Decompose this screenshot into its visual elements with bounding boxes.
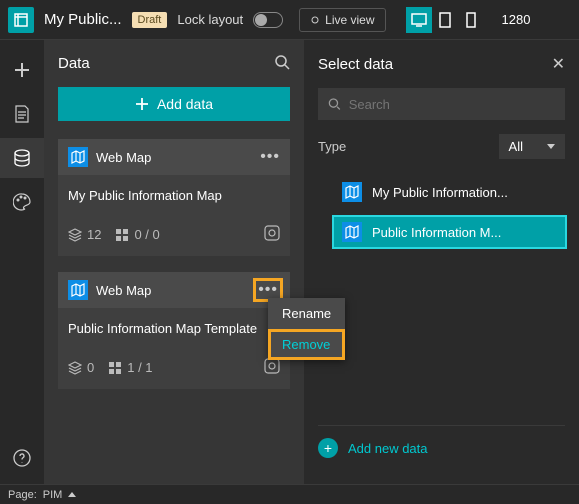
footer-page-value[interactable]: PIM — [43, 489, 63, 501]
map-icon — [68, 280, 88, 300]
live-view-button[interactable]: Live view — [299, 8, 385, 32]
add-data-label: Add data — [157, 96, 213, 112]
rail-add-button[interactable] — [0, 50, 44, 90]
menu-remove[interactable]: Remove — [268, 329, 345, 360]
add-new-data-button[interactable]: + Add new data — [318, 425, 565, 470]
result-item[interactable]: My Public Information... — [334, 177, 565, 207]
search-input[interactable] — [349, 97, 555, 112]
zoom-value[interactable]: 1280 — [502, 12, 531, 27]
type-dropdown[interactable]: All — [499, 134, 565, 159]
live-view-label: Live view — [325, 13, 374, 27]
device-phone-button[interactable] — [458, 7, 484, 33]
layers-icon — [68, 361, 82, 375]
add-data-button[interactable]: Add data — [58, 87, 290, 121]
close-button[interactable]: ✕ — [552, 54, 565, 74]
app-logo — [8, 7, 34, 33]
card-preview-button[interactable] — [264, 225, 280, 244]
layers-icon — [68, 228, 82, 242]
lock-layout-label: Lock layout — [177, 12, 243, 27]
select-panel-title: Select data — [318, 56, 393, 73]
card-more-button[interactable]: ••• — [256, 281, 280, 299]
chevron-up-icon[interactable] — [68, 492, 76, 497]
rail-page-button[interactable] — [0, 94, 44, 134]
card-type-label: Web Map — [96, 283, 248, 298]
rail-help-button[interactable] — [0, 438, 44, 478]
card-widgets-count: 1 / 1 — [108, 360, 152, 375]
card-title: My Public Information Map — [58, 175, 290, 217]
widgets-icon — [108, 361, 122, 375]
rail-theme-button[interactable] — [0, 182, 44, 222]
card-more-button[interactable]: ••• — [260, 148, 280, 166]
search-icon — [328, 97, 341, 111]
map-icon — [68, 147, 88, 167]
map-icon — [342, 222, 362, 242]
add-new-label: Add new data — [348, 441, 428, 456]
type-value: All — [509, 139, 523, 154]
card-title: Public Information Map Template — [58, 308, 290, 350]
card-layers-count: 0 — [68, 360, 94, 375]
card-layers-count: 12 — [68, 227, 101, 242]
lock-layout-toggle[interactable] — [253, 12, 283, 28]
plus-icon: + — [318, 438, 338, 458]
result-label: Public Information M... — [372, 225, 501, 240]
search-icon[interactable] — [274, 54, 290, 73]
result-label: My Public Information... — [372, 185, 508, 200]
footer-page-label: Page: — [8, 489, 37, 501]
data-card[interactable]: Web Map ••• Public Information Map Templ… — [58, 272, 290, 389]
map-icon — [342, 182, 362, 202]
card-widgets-count: 0 / 0 — [115, 227, 159, 242]
data-panel-title: Data — [58, 55, 90, 72]
card-preview-button[interactable] — [264, 358, 280, 377]
card-context-menu: Rename Remove — [268, 298, 345, 360]
app-title: My Public... — [44, 11, 122, 28]
type-label: Type — [318, 139, 346, 154]
search-input-wrapper[interactable] — [318, 88, 565, 120]
draft-badge: Draft — [132, 12, 168, 28]
device-tablet-button[interactable] — [432, 7, 458, 33]
menu-rename[interactable]: Rename — [268, 298, 345, 329]
chevron-down-icon — [547, 144, 555, 149]
device-desktop-button[interactable] — [406, 7, 432, 33]
card-type-label: Web Map — [96, 150, 252, 165]
widgets-icon — [115, 228, 129, 242]
result-item[interactable]: Public Information M... — [334, 217, 565, 247]
rail-data-button[interactable] — [0, 138, 44, 178]
data-card[interactable]: Web Map ••• My Public Information Map 12… — [58, 139, 290, 256]
